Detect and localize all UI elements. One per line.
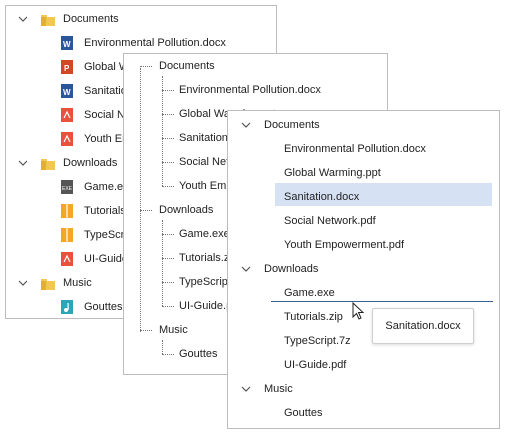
tree-line — [162, 354, 174, 355]
zip-icon — [61, 228, 73, 242]
tree-line — [140, 210, 152, 211]
tree-node-label: Documents — [264, 119, 320, 131]
tree-line — [162, 306, 174, 307]
tree-node-downloads[interactable]: Downloads — [228, 259, 498, 279]
tree-line — [162, 138, 174, 139]
tree-node-label: Music — [159, 324, 188, 336]
chevron-down-icon[interactable] — [239, 379, 253, 399]
tree-node-label: Sanitation.docx — [284, 191, 360, 203]
tree-node-label: Tutorials.zip — [284, 311, 343, 323]
pdf-icon — [61, 132, 73, 146]
tree-node-label: Social Network.pdf — [284, 215, 376, 227]
tree-line — [162, 162, 174, 163]
chevron-down-icon[interactable] — [16, 273, 30, 293]
svg-text:P: P — [64, 64, 70, 73]
pdf-icon — [61, 252, 73, 266]
tree-node-label: Downloads — [63, 157, 118, 169]
tree-node-label: UI-Guide.pdf — [284, 359, 347, 371]
tree-line — [140, 330, 152, 331]
ppt-icon: P — [61, 60, 73, 74]
chevron-down-icon[interactable] — [16, 9, 30, 29]
word-icon: W — [61, 84, 73, 98]
tree-node-documents[interactable]: Documents — [228, 115, 498, 135]
tree-node-label: Downloads — [159, 204, 214, 216]
tree-node-label: Music — [63, 277, 92, 289]
tree-line — [162, 282, 174, 283]
svg-text:EXE: EXE — [62, 186, 73, 192]
tree-line — [162, 76, 163, 186]
svg-text:W: W — [63, 40, 71, 49]
folder-icon — [41, 13, 55, 26]
tree-node-label: Youth Empowerment.pdf — [284, 239, 405, 251]
tree-node-label: Environmental Pollution.docx — [284, 143, 426, 155]
tree-node-music[interactable]: Music — [228, 379, 498, 399]
pdf-icon — [61, 108, 73, 122]
tree-node-documents[interactable]: Documents — [6, 9, 276, 29]
mouse-pointer-icon — [352, 302, 365, 320]
folder-icon — [41, 277, 55, 290]
drop-indicator-line — [271, 301, 493, 302]
tree-node-file[interactable]: W Environmental Pollution.docx — [6, 33, 276, 53]
tree-line — [162, 114, 174, 115]
tree-line — [162, 90, 174, 91]
chevron-down-icon[interactable] — [239, 259, 253, 279]
svg-text:W: W — [63, 88, 71, 97]
drag-preview-tooltip: Sanitation.docx — [372, 308, 474, 344]
tree-node-label: Gouttes — [179, 348, 218, 360]
treeview-panel-dragdrop: Documents Environmental Pollution.docx G… — [227, 110, 500, 429]
tree-line — [162, 186, 174, 187]
tree-node-label: Music — [264, 383, 293, 395]
audio-icon — [61, 300, 73, 314]
tree-node-label: Game.exe — [179, 228, 230, 240]
chevron-down-icon[interactable] — [239, 115, 253, 135]
tree-node-label: Downloads — [264, 263, 319, 275]
tree-line — [162, 234, 174, 235]
tree-line — [140, 66, 152, 67]
tree-line — [162, 340, 163, 354]
tree-node-label: TypeScript.7z — [284, 335, 351, 347]
exe-icon: EXE — [61, 180, 73, 194]
chevron-down-icon[interactable] — [16, 153, 30, 173]
tree-node-label: Global Warming.ppt — [284, 167, 381, 179]
tree-line — [140, 68, 141, 332]
folder-icon — [41, 157, 55, 170]
word-icon: W — [61, 36, 73, 50]
zip-icon — [61, 204, 73, 218]
tree-node-label: Environmental Pollution.docx — [84, 37, 226, 49]
tree-line — [162, 258, 174, 259]
tree-node-label: Environmental Pollution.docx — [179, 84, 321, 96]
tree-node-label: Gouttes — [284, 407, 323, 419]
tree-line — [162, 220, 163, 306]
tree-node-label: Game.exe — [284, 287, 335, 299]
tree-node-label: Documents — [159, 60, 215, 72]
tree-node-label: Documents — [63, 13, 119, 25]
